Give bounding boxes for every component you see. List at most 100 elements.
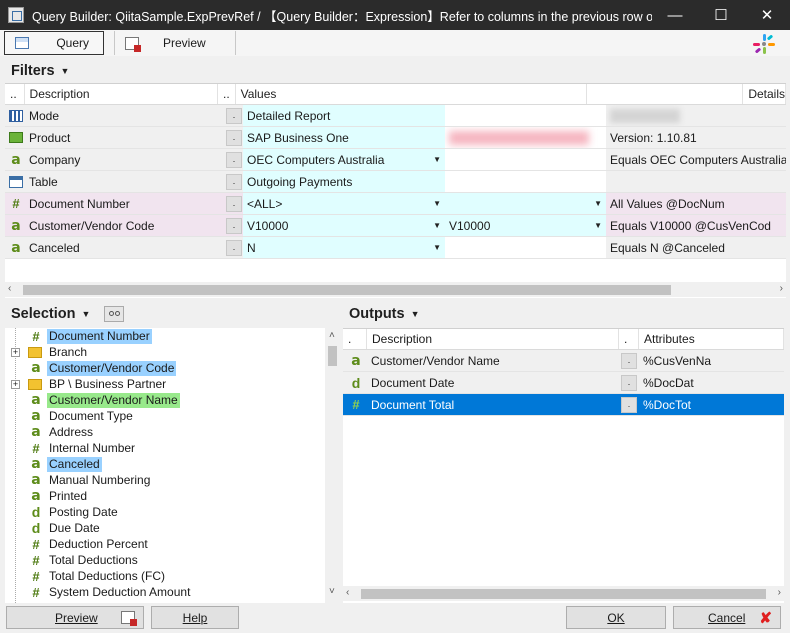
tree-item[interactable]: # System Deduction Amount — [5, 584, 335, 600]
filter-value-1[interactable]: Outgoing Payments — [243, 171, 445, 192]
filter-description-label: Company — [29, 152, 81, 167]
tree-item-label: Printed — [49, 488, 88, 503]
output-row[interactable]: # Document Total. %DocTot — [343, 394, 784, 416]
filter-description-label: Table — [29, 174, 58, 189]
filters-horizontal-scrollbar[interactable]: ‹ › — [5, 282, 786, 297]
tree-item[interactable]: a Address — [5, 424, 335, 440]
tree-item[interactable]: # Deduction Percent — [5, 536, 335, 552]
scroll-right-icon[interactable]: › — [778, 587, 781, 598]
preview-button[interactable]: Preview — [6, 606, 144, 629]
tree-item[interactable]: a Manual Numbering — [5, 472, 335, 488]
output-ellipsis-button[interactable]: . — [621, 352, 637, 369]
output-row[interactable]: d Document Date. %DocDat — [343, 372, 784, 394]
find-binoculars-icon[interactable] — [104, 306, 125, 322]
tree-item[interactable]: + BP \ Business Partner — [5, 376, 335, 392]
filter-row[interactable]: a Company. OEC Computers Australia ▼ Equals … — [5, 149, 786, 171]
filter-value-1[interactable]: V10000 ▼ — [243, 215, 445, 236]
filter-ellipsis-button[interactable]: . — [226, 239, 242, 256]
dropdown-arrow-icon[interactable]: ▼ — [433, 199, 441, 208]
scroll-right-icon[interactable]: › — [780, 283, 783, 294]
col-values[interactable]: Values — [236, 84, 587, 104]
scroll-left-icon[interactable]: ‹ — [8, 283, 11, 294]
tree-item[interactable]: d Due Date — [5, 520, 335, 536]
tree-item[interactable]: # Total Deductions (FC) — [5, 568, 335, 584]
selection-vertical-scrollbar[interactable]: ˄ ˅ — [325, 328, 340, 603]
outputs-horizontal-scrollbar[interactable]: ‹ › — [343, 586, 784, 601]
tree-item[interactable]: # Internal Number — [5, 440, 335, 456]
filter-ellipsis-button[interactable]: . — [226, 107, 242, 124]
col-description[interactable]: Description — [367, 329, 619, 349]
dropdown-arrow-icon[interactable]: ▼ — [594, 199, 602, 208]
scroll-thumb[interactable] — [361, 589, 766, 599]
expand-icon[interactable]: + — [11, 379, 20, 389]
tree-item[interactable]: a Printed — [5, 488, 335, 504]
filter-row[interactable]: Table. Outgoing Payments — [5, 171, 786, 193]
tree-item[interactable]: a Customer/Vendor Code — [5, 360, 335, 376]
chevron-down-icon[interactable]: ▼ — [61, 66, 70, 76]
filter-value-2[interactable] — [445, 127, 606, 148]
filter-row[interactable]: a Customer/Vendor Code. V10000 ▼ V10000 ▼ Equa… — [5, 215, 786, 237]
close-button[interactable]: ✕ — [744, 0, 790, 30]
scroll-up-icon[interactable]: ˄ — [329, 330, 335, 341]
filter-value-2[interactable] — [445, 237, 606, 258]
dropdown-arrow-icon[interactable]: ▼ — [594, 221, 602, 230]
filter-value-2[interactable] — [445, 171, 606, 192]
filter-row[interactable]: # Document Number. <ALL> ▼ ▼ All Values @DocN… — [5, 193, 786, 215]
output-row[interactable]: a Customer/Vendor Name. %CusVenNa — [343, 350, 784, 372]
scroll-thumb[interactable] — [23, 285, 671, 295]
tree-item[interactable]: d Posting Date — [5, 504, 335, 520]
cancel-button[interactable]: Cancel ✘ — [673, 606, 781, 629]
output-attribute[interactable]: %CusVenNa — [639, 350, 784, 371]
ok-button[interactable]: OK — [566, 606, 666, 629]
output-description-label: Document Total — [371, 397, 455, 412]
filter-value-1[interactable]: SAP Business One — [243, 127, 445, 148]
tree-item[interactable]: a Customer/Vendor Name — [5, 392, 335, 408]
filter-row[interactable]: Mode. Detailed Report — [5, 105, 786, 127]
filter-value-2[interactable] — [445, 149, 606, 170]
output-ellipsis-button[interactable]: . — [621, 396, 637, 413]
tree-item[interactable]: # Document Number — [5, 328, 335, 344]
query-tab-button[interactable]: Query — [4, 31, 104, 55]
expand-icon[interactable]: + — [11, 347, 20, 357]
selection-header[interactable]: Selection ▼ — [11, 306, 125, 322]
filter-ellipsis-button[interactable]: . — [226, 195, 242, 212]
filters-header[interactable]: Filters ▼ — [11, 63, 69, 79]
filter-ellipsis-button[interactable]: . — [226, 129, 242, 146]
output-ellipsis-button[interactable]: . — [621, 374, 637, 391]
filter-value-1[interactable]: Detailed Report — [243, 105, 445, 126]
filter-value-2[interactable]: ▼ — [445, 193, 606, 214]
filter-ellipsis-button[interactable]: . — [226, 173, 242, 190]
tree-item[interactable]: + Branch — [5, 344, 335, 360]
dropdown-arrow-icon[interactable]: ▼ — [433, 243, 441, 252]
outputs-header[interactable]: Outputs ▼ — [349, 306, 420, 322]
filter-ellipsis-button[interactable]: . — [226, 151, 242, 168]
scroll-thumb[interactable] — [328, 346, 337, 366]
dropdown-arrow-icon[interactable]: ▼ — [433, 221, 441, 230]
scroll-left-icon[interactable]: ‹ — [346, 587, 349, 598]
scroll-down-icon[interactable]: ˅ — [329, 586, 335, 597]
help-button[interactable]: Help — [151, 606, 239, 629]
col-description[interactable]: Description — [25, 84, 218, 104]
tree-item[interactable]: a Document Type — [5, 408, 335, 424]
col-dots2: .. — [218, 84, 236, 104]
output-attribute[interactable]: %DocDat — [639, 372, 784, 393]
minimize-button[interactable]: — — [652, 0, 698, 30]
chevron-down-icon[interactable]: ▼ — [81, 309, 90, 319]
filter-row[interactable]: Product. SAP Business One Version: 1.10.81 — [5, 127, 786, 149]
col-details[interactable]: Details — [743, 84, 786, 104]
tree-item[interactable]: a Canceled — [5, 456, 335, 472]
preview-tab-button[interactable]: Preview — [114, 31, 236, 55]
maximize-button[interactable]: ☐ — [698, 0, 744, 30]
filter-value-2[interactable]: V10000 ▼ — [445, 215, 606, 236]
filter-value-2[interactable] — [445, 105, 606, 126]
col-attributes[interactable]: Attributes — [639, 329, 784, 349]
filter-value-1[interactable]: N ▼ — [243, 237, 445, 258]
output-attribute[interactable]: %DocTot — [639, 394, 784, 415]
filter-ellipsis-button[interactable]: . — [226, 217, 242, 234]
filter-row[interactable]: a Canceled. N ▼ Equals N @Canceled — [5, 237, 786, 259]
tree-item[interactable]: # Total Deductions — [5, 552, 335, 568]
filter-value-1[interactable]: <ALL> ▼ — [243, 193, 445, 214]
dropdown-arrow-icon[interactable]: ▼ — [433, 155, 441, 164]
filter-value-1[interactable]: OEC Computers Australia ▼ — [243, 149, 445, 170]
chevron-down-icon[interactable]: ▼ — [411, 309, 420, 319]
